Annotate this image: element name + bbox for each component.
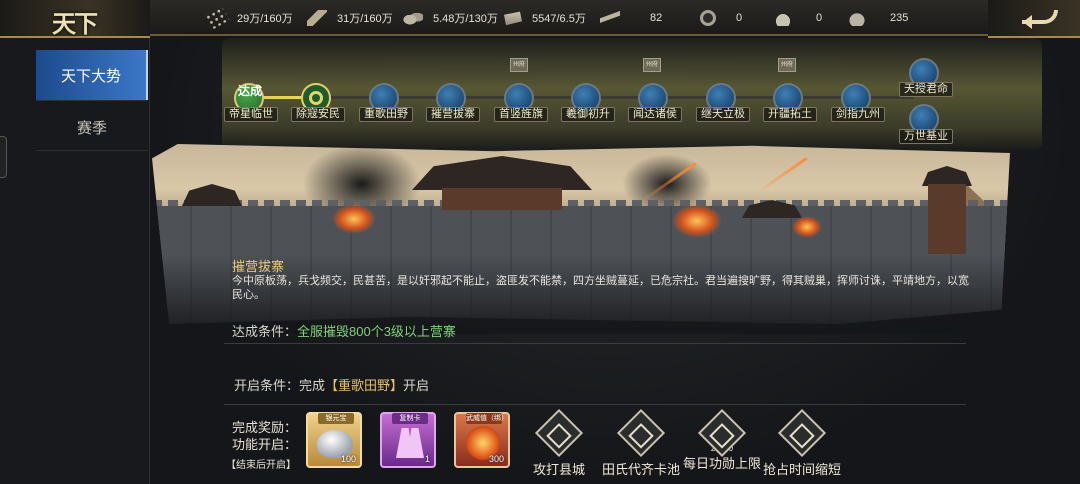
node-label: 除寇安民 <box>291 107 345 122</box>
top-bar: 天下 29万/160万 31万/160万 5.48万/130万 5547/6.5… <box>0 0 1080 38</box>
card-pool-icon <box>616 408 666 458</box>
fire <box>332 204 376 234</box>
city-flag-icon: 州府 <box>778 58 796 72</box>
stone-value: 5.48万/130万 <box>433 13 498 25</box>
item-tag: 银元宝 <box>318 413 354 424</box>
achieve-condition-value: 全服摧毁800个3级以上营寨 <box>297 324 456 339</box>
open-condition-value[interactable]: 【重歌田野】 <box>325 378 403 393</box>
yuanbao-value: 235 <box>890 12 909 24</box>
open-condition-suffix: 开启 <box>403 378 430 393</box>
current-marker-icon <box>309 91 323 105</box>
resource-copper: 0 <box>700 8 742 28</box>
item-tag: 复制卡 <box>392 413 428 424</box>
tower-roof <box>922 166 972 186</box>
back-arrow-icon <box>1022 10 1058 29</box>
reward-note: 【结束后开启】 <box>226 460 296 471</box>
resource-silver: 0 <box>772 8 822 28</box>
copper-coin-icon <box>700 10 716 26</box>
reward-item-copy-card[interactable]: 复制卡 1 <box>380 412 436 468</box>
open-condition: 开启条件：完成【重歌田野】开启 <box>234 375 429 394</box>
divider <box>224 343 966 344</box>
city-flag-icon: 州府 <box>510 58 528 72</box>
node-label: 重歌田野 <box>359 107 413 122</box>
item-tag: 武威值（绑） <box>466 413 508 424</box>
unlock-card-pool[interactable]: 田氏代齐卡池 <box>596 408 686 478</box>
item-qty: 100 <box>340 454 356 464</box>
stone-icon <box>403 10 423 26</box>
node-label: 继天立极 <box>696 107 750 122</box>
wheat-value: 29万/160万 <box>237 13 293 25</box>
order-icon <box>600 10 620 26</box>
unlock-attack-county[interactable]: 攻打县城 <box>514 408 604 478</box>
gate-tower <box>442 188 562 210</box>
divider <box>224 404 966 405</box>
node-label: 闻达诸侯 <box>628 107 682 122</box>
unlock-label: 功能开启： <box>232 437 298 452</box>
main-panel: 州府 州府 州府 达成 帝星临世 除寇安民 重歌田野 摧营拔寨 首竖旌旗 羲御初… <box>150 38 1080 484</box>
unlock-label: 田氏代齐卡池 <box>601 462 680 477</box>
copy-card-icon <box>396 428 424 458</box>
item-qty: 1 <box>424 454 430 464</box>
resource-wood: 31万/160万 <box>307 8 393 28</box>
wood-icon <box>307 10 327 26</box>
city-flag-icon: 州府 <box>643 58 661 72</box>
node-label: 天授君命 <box>899 82 953 97</box>
wood-value: 31万/160万 <box>337 13 393 25</box>
node-label: 万世基业 <box>899 129 953 144</box>
tower-roof <box>182 184 242 206</box>
order-value: 82 <box>650 12 663 24</box>
copper-value: 0 <box>736 12 743 24</box>
fire <box>792 216 822 238</box>
reward-item-silver[interactable]: 银元宝 100 <box>306 412 362 468</box>
open-condition-label: 开启条件：完成 <box>234 378 326 393</box>
node-label: 摧营拔寨 <box>426 107 480 122</box>
unlock-label: 攻打县城 <box>532 462 585 477</box>
item-qty: 300 <box>488 454 504 464</box>
clock-icon <box>777 408 827 458</box>
world-logo: 天下 <box>0 0 150 38</box>
track-pending <box>330 96 914 99</box>
iron-value: 5547/6.5万 <box>532 13 586 25</box>
resource-iron: 5547/6.5万 <box>502 8 586 28</box>
stage-title: 摧营拔寨 <box>232 259 285 274</box>
gate-roof <box>412 156 592 190</box>
silver-ingot-icon <box>772 10 794 26</box>
watchtower <box>928 184 966 254</box>
stage-description: 今中原板荡，兵戈频交，民甚苦，是以奸邪起不能止，盗匪发不能禁，四方坐贼蔓延，已危… <box>232 275 969 301</box>
resource-stone: 5.48万/130万 <box>403 8 498 28</box>
resource-yuanbao: 235 <box>846 8 908 28</box>
silver-value: 0 <box>816 12 823 24</box>
app-title: 天下 <box>52 9 98 38</box>
node-label: 羲御初升 <box>561 107 615 122</box>
reward-label: 完成奖励： <box>232 420 298 435</box>
node-label: 开疆拓土 <box>763 107 817 122</box>
sidebar: 天下大势 赛季 <box>0 38 150 484</box>
back-button[interactable] <box>988 0 1080 38</box>
node-label: 首竖旌旗 <box>494 107 548 122</box>
iron-icon <box>504 11 522 26</box>
unlock-merit-cap[interactable]: 20000 每日功勋上限 <box>677 408 767 472</box>
reward-labels: 完成奖励： 功能开启： <box>232 419 300 453</box>
fire <box>672 204 722 238</box>
yuanbao-icon <box>846 10 868 26</box>
unlock-label: 抢占时间缩短 <box>762 462 841 477</box>
achieve-condition: 达成条件：全服摧毁800个3级以上营寨 <box>232 321 456 340</box>
achieve-condition-label: 达成条件： <box>232 324 298 339</box>
divider <box>36 100 148 101</box>
fire-arrow <box>756 157 808 194</box>
unlock-occupy-time[interactable]: 抢占时间缩短 <box>757 408 847 478</box>
wheat-icon <box>204 6 230 30</box>
resource-wheat: 29万/160万 <box>204 6 293 30</box>
achieved-badge: 达成 <box>238 84 263 98</box>
node-label: 帝星临世 <box>224 107 278 122</box>
sidebar-item-world-trend[interactable]: 天下大势 <box>36 50 148 100</box>
sidebar-handle[interactable] <box>0 136 7 178</box>
node-label: 剑指九州 <box>831 107 885 122</box>
resource-order: 82 <box>600 8 662 28</box>
attack-city-icon <box>534 408 584 458</box>
reward-item-prestige[interactable]: 武威值（绑） 300 <box>454 412 510 468</box>
divider <box>36 150 148 151</box>
sidebar-item-season[interactable]: 赛季 <box>36 102 148 152</box>
